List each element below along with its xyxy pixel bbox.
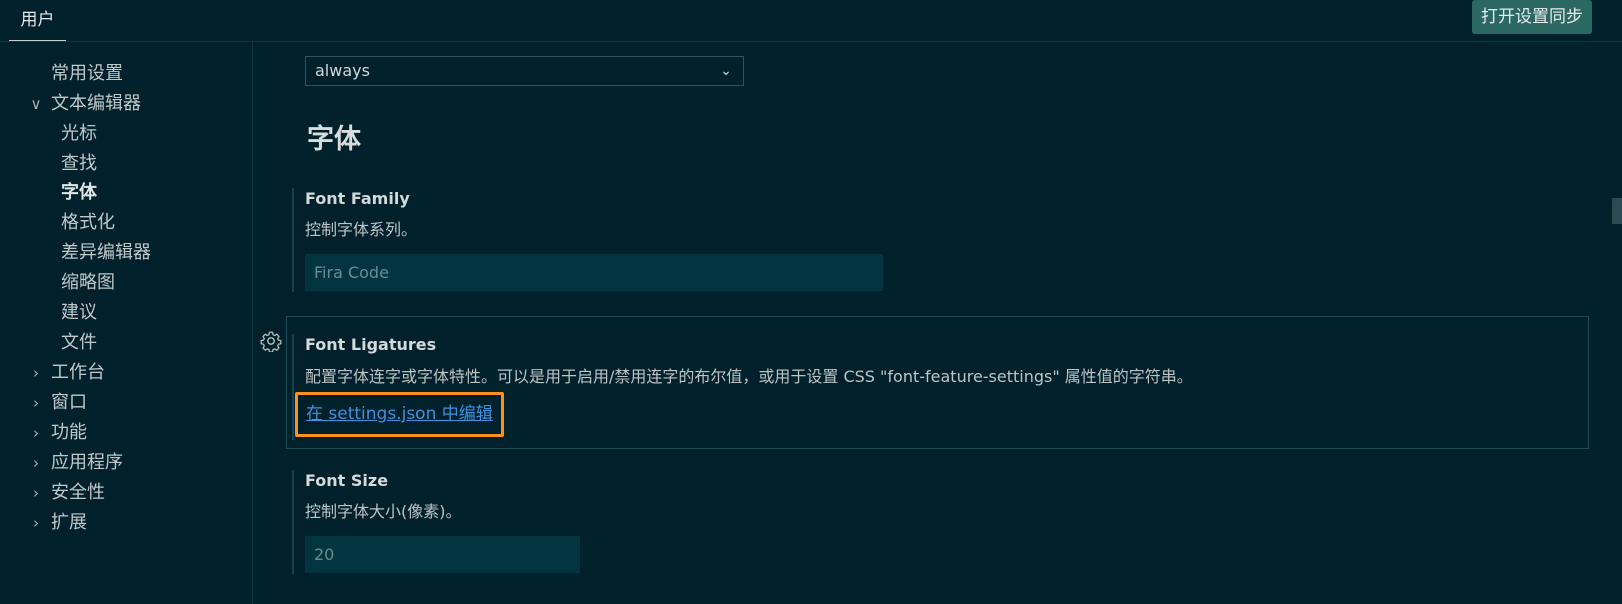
- setting-select[interactable]: always ⌄: [305, 56, 744, 86]
- sidebar-item-security[interactable]: 安全性: [51, 479, 105, 507]
- chevron-right-icon[interactable]: ›: [28, 449, 44, 477]
- chevron-down-icon[interactable]: ∨: [28, 90, 44, 118]
- sidebar-item-common[interactable]: 常用设置: [51, 60, 123, 88]
- font-family-title: Font Family: [305, 189, 410, 208]
- font-family-description: 控制字体系列。: [305, 220, 418, 239]
- gear-icon[interactable]: [260, 330, 282, 352]
- chevron-down-icon: ⌄: [720, 63, 732, 79]
- font-ligatures-title: Font Ligatures: [305, 335, 437, 354]
- vertical-scrollbar-thumb[interactable]: [1612, 198, 1622, 224]
- font-size-title: Font Size: [305, 471, 389, 490]
- sidebar-item-diff-editor[interactable]: 差异编辑器: [61, 239, 151, 267]
- tab-user[interactable]: 用户: [9, 0, 66, 41]
- chevron-right-icon[interactable]: ›: [28, 419, 44, 447]
- font-family-input[interactable]: Fira Code: [305, 254, 883, 291]
- chevron-right-icon[interactable]: ›: [28, 359, 44, 387]
- settings-header: 用户 打开设置同步: [0, 0, 1622, 42]
- sidebar-item-extensions[interactable]: 扩展: [51, 509, 87, 537]
- setting-indicator-bar: [292, 188, 294, 292]
- font-size-input[interactable]: 20: [305, 536, 580, 573]
- sidebar-item-font[interactable]: 字体: [61, 179, 97, 207]
- sidebar-item-features[interactable]: 功能: [51, 419, 87, 447]
- open-settings-sync-button[interactable]: 打开设置同步: [1472, 0, 1592, 34]
- chevron-right-icon[interactable]: ›: [28, 509, 44, 537]
- sidebar-item-minimap[interactable]: 缩略图: [61, 269, 115, 297]
- setting-indicator-bar: [292, 334, 294, 440]
- sidebar-item-window[interactable]: 窗口: [51, 389, 87, 417]
- sidebar-item-cursor[interactable]: 光标: [61, 120, 97, 148]
- sidebar-item-formatting[interactable]: 格式化: [61, 209, 115, 237]
- sidebar-item-application[interactable]: 应用程序: [51, 449, 123, 477]
- section-title-font: 字体: [307, 124, 361, 155]
- edit-in-settings-json-link[interactable]: 在 settings.json 中编辑: [295, 392, 504, 437]
- sidebar-item-files[interactable]: 文件: [61, 329, 97, 357]
- chevron-right-icon[interactable]: ›: [28, 389, 44, 417]
- chevron-right-icon[interactable]: ›: [28, 479, 44, 507]
- sidebar-item-suggestions[interactable]: 建议: [61, 299, 97, 327]
- sidebar-item-text-editor[interactable]: 文本编辑器: [51, 90, 141, 118]
- settings-toc-sidebar: 常用设置 ∨ 文本编辑器 光标 查找 字体 格式化 差异编辑器 缩略图 建议 文…: [0, 42, 253, 604]
- setting-indicator-bar: [292, 470, 294, 574]
- font-ligatures-description: 配置字体连字或字体特性。可以是用于启用/禁用连字的布尔值，或用于设置 CSS "…: [305, 367, 1193, 386]
- sidebar-item-workbench[interactable]: 工作台: [51, 359, 105, 387]
- sidebar-item-find[interactable]: 查找: [61, 150, 97, 178]
- select-value: always: [315, 61, 370, 80]
- font-size-description: 控制字体大小(像素)。: [305, 502, 462, 521]
